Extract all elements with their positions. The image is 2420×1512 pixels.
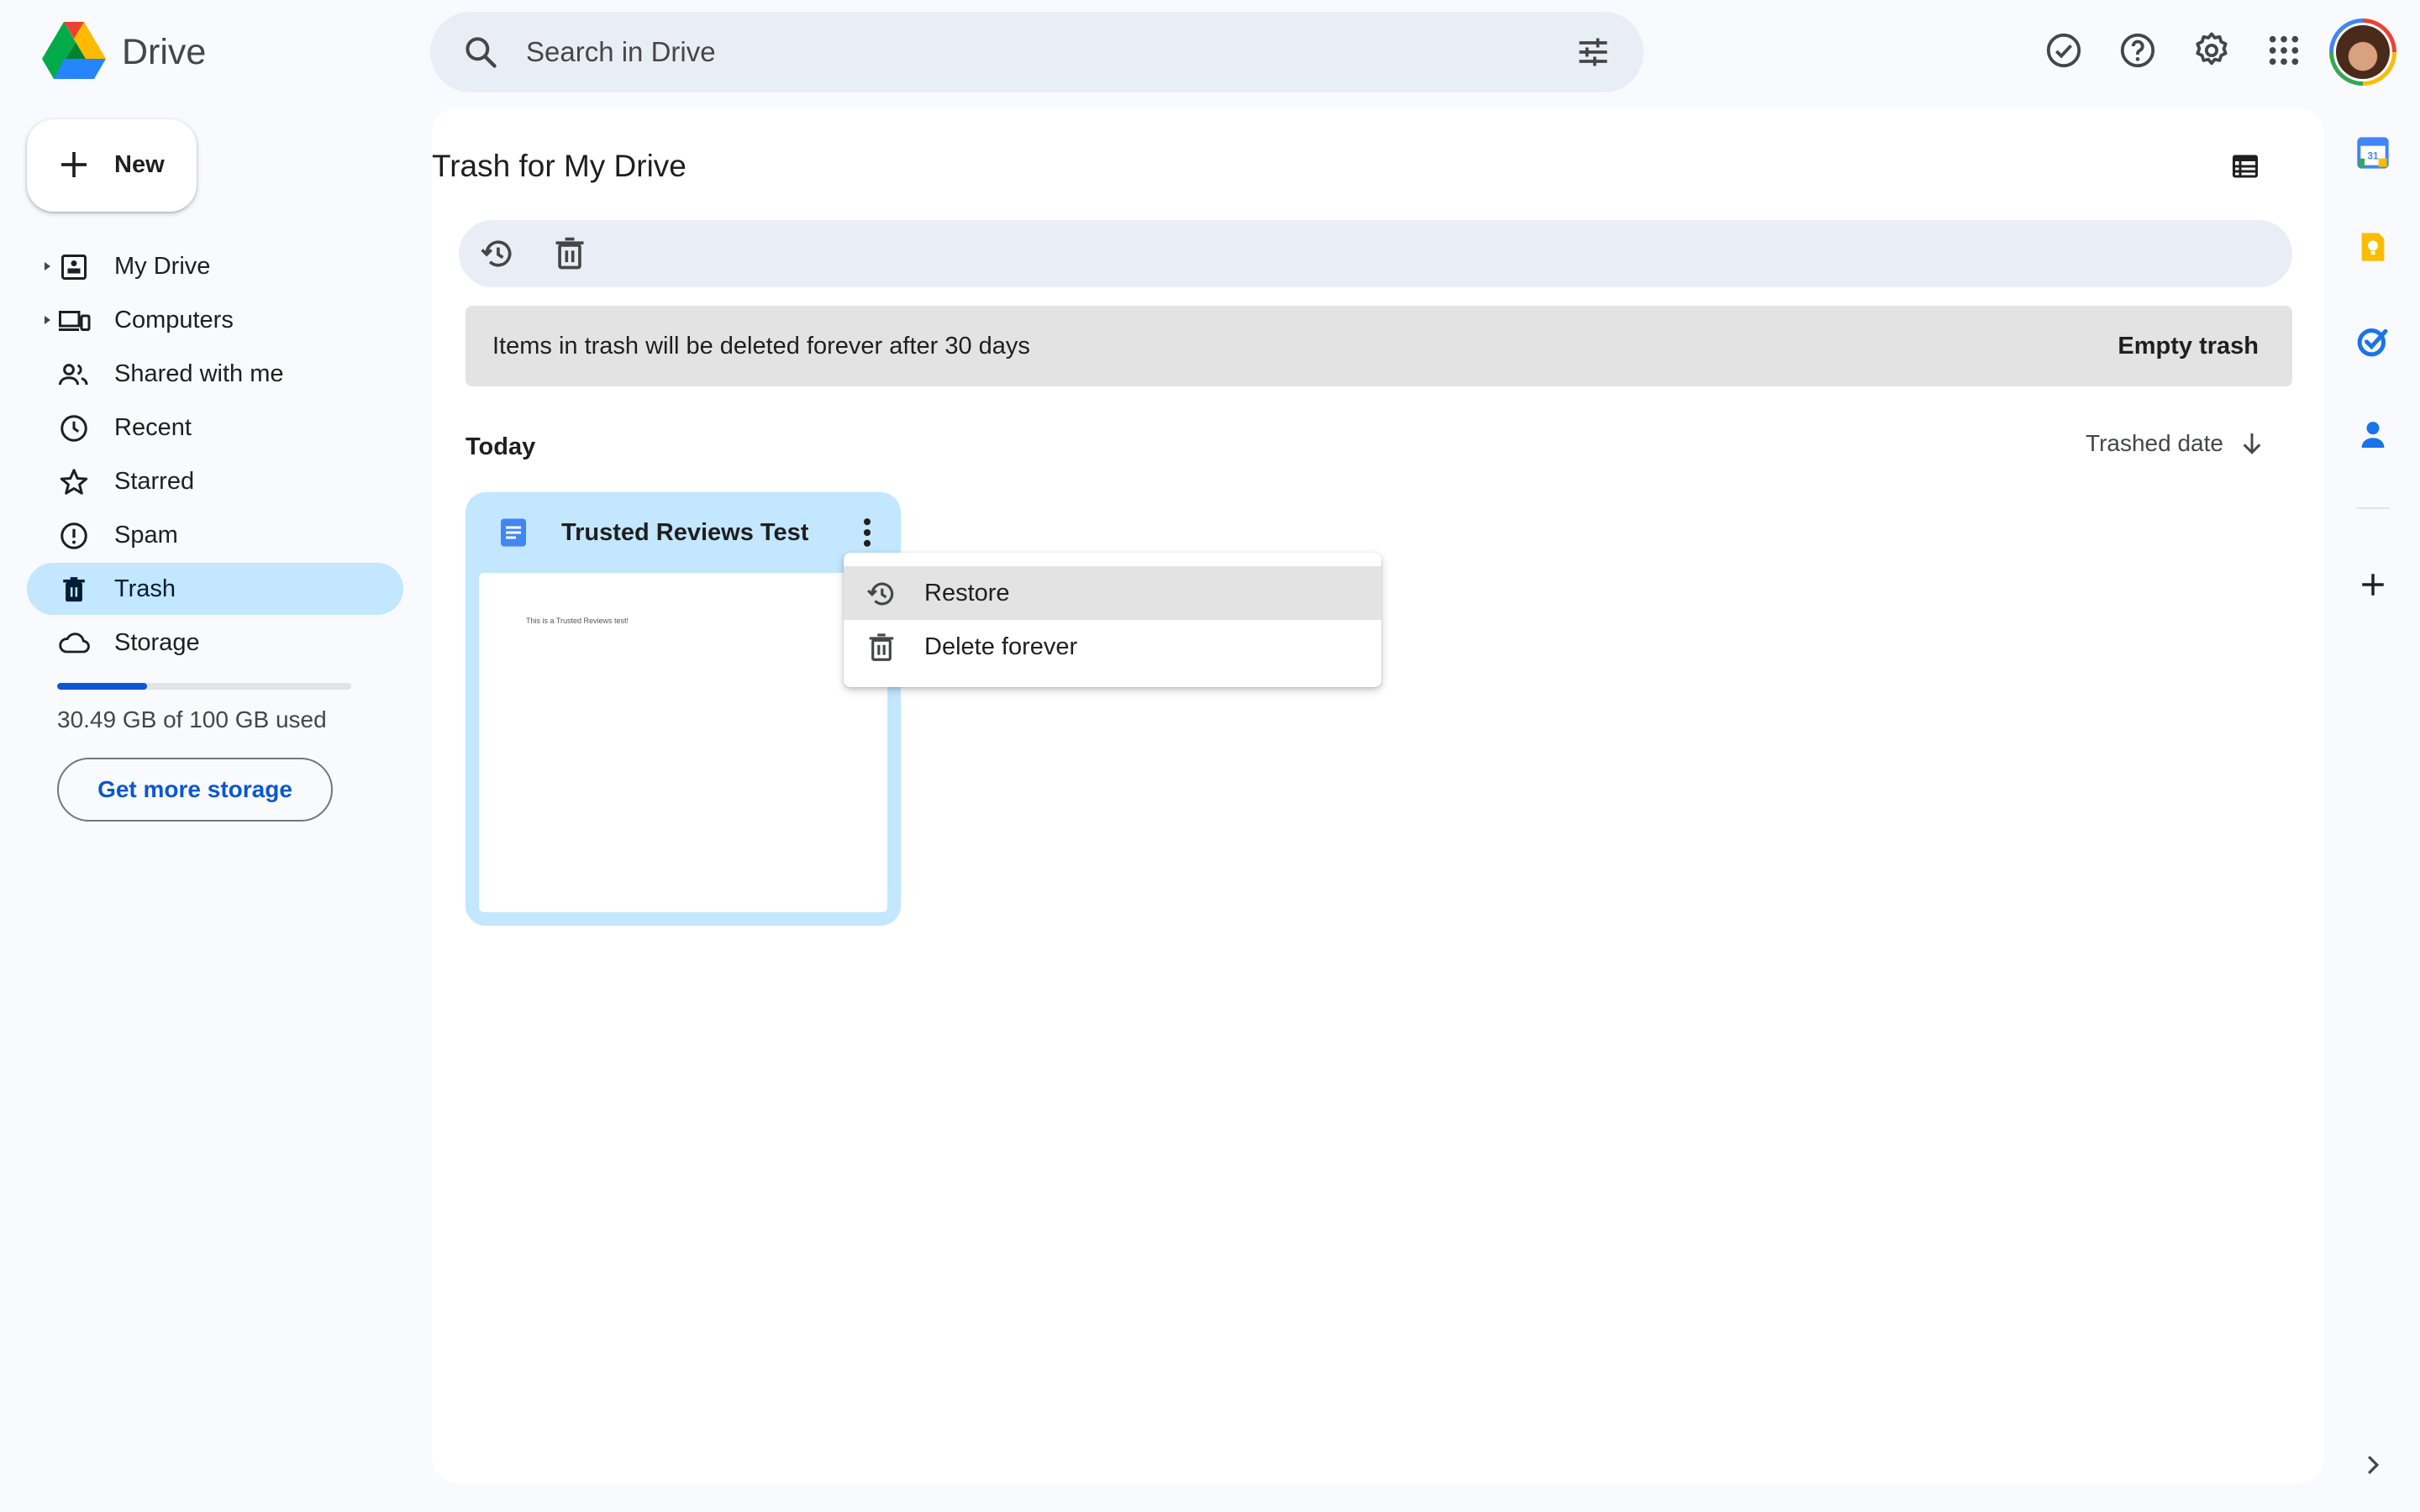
empty-trash-button[interactable]: Empty trash [2118, 331, 2259, 361]
calendar-icon[interactable]: 31 [2354, 134, 2391, 171]
sidebar-item-label: Starred [114, 468, 195, 495]
sidebar-item-trash[interactable]: Trash [27, 563, 403, 615]
selection-toolbar [459, 220, 2292, 287]
more-actions-icon[interactable] [850, 514, 884, 551]
trash-icon [865, 632, 897, 664]
expand-arrow-icon[interactable] [42, 260, 52, 273]
search-icon[interactable] [462, 34, 499, 71]
banner-text: Items in trash will be deleted forever a… [492, 333, 1030, 360]
offline-ready-icon[interactable] [2042, 29, 2086, 72]
sort-control[interactable]: Trashed date [2086, 425, 2265, 462]
trash-info-banner: Items in trash will be deleted forever a… [466, 306, 2292, 386]
get-addons-plus-icon[interactable] [2354, 566, 2391, 603]
keep-icon[interactable] [2354, 228, 2391, 265]
help-icon[interactable] [2116, 29, 2160, 72]
cloud-icon [57, 627, 91, 660]
sidebar-item-storage[interactable]: Storage [27, 617, 403, 669]
drive-logo-icon[interactable] [42, 22, 106, 79]
file-name: Trusted Reviews Test [561, 519, 809, 546]
get-more-storage-button[interactable]: Get more storage [57, 758, 333, 822]
menu-item-label: Delete forever [924, 633, 1078, 660]
star-icon [57, 465, 91, 499]
menu-item-label: Restore [924, 580, 1010, 606]
file-preview-thumbnail: This is a Trusted Reviews test! [479, 573, 887, 912]
plus-icon [57, 148, 91, 181]
sidebar-item-label: Spam [114, 522, 178, 549]
clock-icon [57, 412, 91, 445]
rail-divider [2356, 507, 2390, 509]
delete-forever-icon[interactable] [551, 235, 588, 272]
sidebar-item-starred[interactable]: Starred [27, 455, 403, 507]
page-title: Trash for My Drive [432, 149, 687, 183]
sidebar-item-computers[interactable]: Computers [27, 294, 403, 346]
sidebar-item-shared-with-me[interactable]: Shared with me [27, 348, 403, 400]
sidebar-item-label: Recent [114, 414, 192, 441]
search-bar[interactable]: Search in Drive [430, 12, 1644, 92]
search-input[interactable]: Search in Drive [526, 35, 716, 69]
new-button[interactable]: New [27, 119, 197, 212]
trash-icon [57, 573, 91, 606]
settings-gear-icon[interactable] [2190, 29, 2233, 72]
contacts-icon[interactable] [2354, 417, 2391, 454]
new-button-label: New [114, 151, 165, 178]
my-drive-icon [57, 250, 91, 284]
search-options-icon[interactable] [1575, 34, 1612, 71]
preview-text: This is a Trusted Reviews test! [526, 617, 629, 625]
arrow-down-icon[interactable] [2238, 430, 2265, 457]
tasks-icon[interactable] [2354, 323, 2391, 360]
sidebar-item-spam[interactable]: Spam [27, 509, 403, 561]
google-doc-icon [499, 517, 528, 548]
chevron-right-icon[interactable] [2354, 1446, 2391, 1483]
sort-label: Trashed date [2086, 430, 2223, 456]
app-title: Drive [122, 32, 207, 72]
restore-icon [865, 578, 897, 610]
storage-usage-bar [57, 683, 351, 690]
svg-text:31: 31 [2368, 151, 2379, 162]
apps-grid-icon[interactable] [2262, 29, 2306, 72]
menu-item-restore[interactable]: Restore [844, 566, 1381, 620]
sidebar-item-label: Computers [114, 307, 234, 333]
file-card[interactable]: Trusted Reviews Test This is a Trusted R… [466, 492, 901, 926]
storage-usage-fill [57, 683, 147, 690]
sidebar-item-recent[interactable]: Recent [27, 402, 403, 454]
storage-usage-text: 30.49 GB of 100 GB used [57, 706, 327, 732]
sidebar-item-my-drive[interactable]: My Drive [27, 240, 403, 292]
account-avatar[interactable] [2329, 18, 2396, 86]
sidebar-item-label: Trash [114, 575, 176, 602]
sidebar-item-label: Storage [114, 629, 200, 656]
sidebar-item-label: My Drive [114, 253, 211, 280]
list-view-icon[interactable] [2230, 151, 2260, 181]
context-menu: Restore Delete forever [844, 553, 1381, 687]
section-heading: Today [466, 433, 536, 460]
shared-icon [57, 358, 91, 391]
expand-arrow-icon[interactable] [42, 313, 52, 327]
spam-icon [57, 519, 91, 553]
computers-icon [57, 304, 91, 338]
sidebar-item-label: Shared with me [114, 360, 284, 387]
menu-item-delete-forever[interactable]: Delete forever [844, 620, 1381, 674]
restore-icon[interactable] [479, 235, 516, 272]
